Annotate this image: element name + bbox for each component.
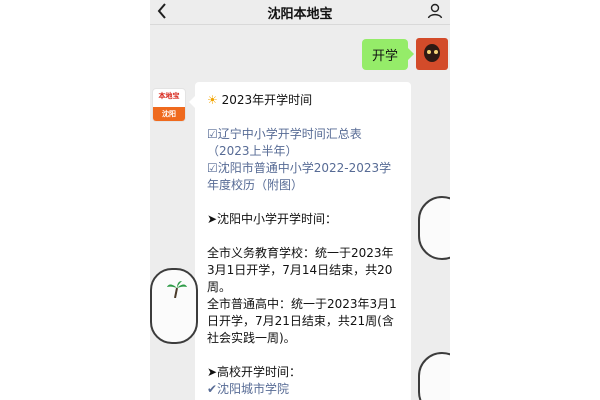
link-liaoning-schedule[interactable]: ☑辽宁中小学开学时间汇总表（2023上半年） xyxy=(207,126,399,160)
palm-tree-icon xyxy=(166,280,188,299)
sticker-right xyxy=(418,352,450,400)
bot-avatar[interactable]: 本地宝 沈阳 xyxy=(152,88,186,122)
avatar-eye xyxy=(434,50,438,54)
section-title-colleges: ➤高校开学时间： xyxy=(207,365,302,379)
section-title-schools: ➤沈阳中小学开学时间： xyxy=(207,212,338,226)
user-icon[interactable] xyxy=(426,2,444,20)
page-title: 沈阳本地宝 xyxy=(267,7,333,22)
bot-logo-city: 沈阳 xyxy=(153,107,185,121)
link-shenyang-city-university[interactable]: ✔沈阳城市学院 xyxy=(207,381,399,398)
sticker-right xyxy=(418,196,450,260)
heading-text: 2023年开学时间 xyxy=(221,93,313,107)
sun-icon: ☀ xyxy=(207,93,218,107)
chat-window: 沈阳本地宝 开学 本地宝 沈阳 ☀ 2023年开学时间 ☑辽宁中小学开学时间汇总… xyxy=(150,0,450,400)
avatar-eye xyxy=(427,50,431,54)
top-bar: 沈阳本地宝 xyxy=(150,0,450,25)
chevron-left-icon[interactable] xyxy=(154,1,172,21)
link-shenyang-calendar[interactable]: ☑沈阳市普通中小学2022-2023学年度校历（附图） xyxy=(207,160,399,194)
incoming-message: ☀ 2023年开学时间 ☑辽宁中小学开学时间汇总表（2023上半年） ☑沈阳市普… xyxy=(189,82,411,400)
outgoing-message[interactable]: 开学 xyxy=(361,38,415,70)
bot-logo-text: 本地宝 xyxy=(158,92,180,100)
paragraph-compulsory: 全市义务教育学校：统一于2023年3月1日开学，7月14日结束，共20周。 xyxy=(207,246,394,294)
paragraph-highschool: 全市普通高中：统一于2023年3月1日开学，7月21日结束，共21周(含社会实践… xyxy=(207,297,397,345)
message-heading: ☀ 2023年开学时间 xyxy=(207,92,399,109)
outgoing-message-row: 开学 xyxy=(361,38,448,70)
user-avatar[interactable] xyxy=(416,38,448,70)
